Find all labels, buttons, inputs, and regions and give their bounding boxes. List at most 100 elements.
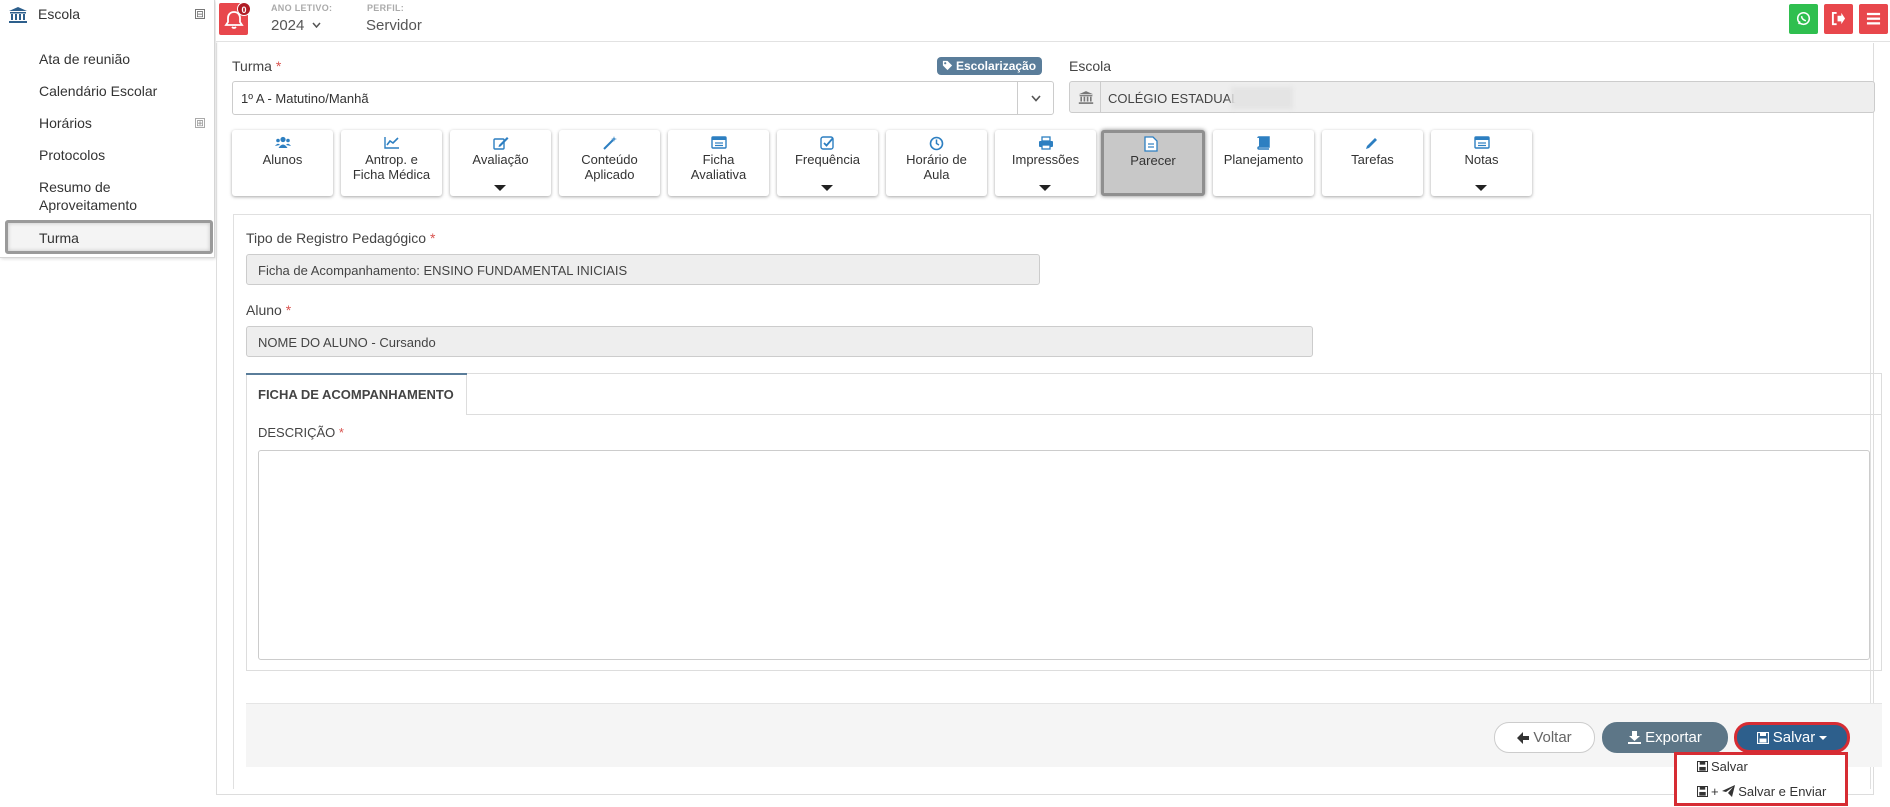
tag-icon (942, 60, 953, 71)
tile-label: Notas (1464, 152, 1499, 167)
sidebar: Escola ⊟ Ata de reunião Calendário Escol… (0, 0, 215, 258)
collapse-icon[interactable]: ⊟ (195, 9, 205, 19)
tile-label: Conteúdo Aplicado (581, 152, 638, 182)
floppy-disk-icon (1756, 731, 1769, 745)
tile-label: Impressões (1011, 152, 1080, 167)
turma-label: Turma * (232, 58, 282, 74)
pencil-icon (1366, 138, 1377, 149)
tile-avaliacao[interactable]: Avaliação (450, 130, 551, 196)
form-footer: Voltar Exportar Salvar (246, 703, 1882, 767)
tile-label: Ficha Avaliativa (690, 152, 747, 182)
tile-tarefas[interactable]: Tarefas (1322, 130, 1423, 196)
sidebar-item-resumo-line2[interactable]: Aproveitamento (39, 197, 137, 213)
voltar-button[interactable]: Voltar (1494, 722, 1595, 753)
turma-dropdown-toggle[interactable] (1017, 82, 1053, 114)
tile-impressoes[interactable]: Impressões (995, 130, 1096, 196)
download-icon (1628, 731, 1642, 744)
sidebar-item-turma-label: Turma (39, 230, 79, 246)
whatsapp-icon (1796, 11, 1811, 26)
year-label: ANO LETIVO: (271, 3, 333, 13)
tile-label: Horário de Aula (906, 152, 967, 182)
profile-value: Servidor (366, 17, 422, 34)
users-icon (275, 136, 291, 148)
salvar-dropdown-button[interactable]: Salvar (1734, 722, 1850, 753)
salvar-dropdown-menu: Salvar + Salvar e Enviar (1674, 752, 1848, 806)
tile-conteudo-aplicado[interactable]: Conteúdo Aplicado (559, 130, 660, 196)
aluno-field: NOME DO ALUNO - Cursando (246, 326, 1313, 357)
edit-icon (493, 137, 509, 150)
aluno-value: NOME DO ALUNO - Cursando (258, 335, 436, 350)
caret-down-icon (1039, 185, 1051, 191)
tile-label: Alunos (262, 152, 303, 167)
file-text-icon (1144, 136, 1158, 152)
list-alt-icon (711, 136, 727, 149)
list-alt-icon (1474, 136, 1490, 149)
tile-label: Frequência (794, 152, 861, 167)
floppy-disk-icon (1696, 785, 1709, 798)
tile-parecer[interactable]: Parecer (1101, 130, 1205, 196)
caret-down-icon (494, 185, 506, 191)
tile-horario-aula[interactable]: Horário de Aula (886, 130, 987, 196)
aluno-label: Aluno * (246, 302, 292, 318)
sidebar-item-ata[interactable]: Ata de reunião (39, 51, 130, 67)
sidebar-item-resumo[interactable]: Resumo de (39, 179, 111, 195)
floppy-disk-icon (1696, 760, 1709, 773)
tile-antropometria[interactable]: Antrop. e Ficha Médica (341, 130, 442, 196)
tile-planejamento[interactable]: Planejamento (1213, 130, 1314, 196)
sidebar-item-turma[interactable]: Turma (5, 220, 213, 254)
tab-ficha-acompanhamento[interactable]: FICHA DE ACOMPANHAMENTO (246, 373, 467, 415)
field-divider (1100, 82, 1101, 112)
tile-ficha-avaliativa[interactable]: Ficha Avaliativa (668, 130, 769, 196)
redacted-text (1231, 87, 1293, 109)
tab-divider (467, 414, 1882, 415)
caret-down-icon (1475, 185, 1487, 191)
tile-frequencia[interactable]: Frequência (777, 130, 878, 196)
tab-container: FICHA DE ACOMPANHAMENTO DESCRIÇÃO * (246, 373, 1882, 671)
sidebar-header[interactable]: Escola ⊟ (0, 0, 213, 30)
sidebar-item-horarios[interactable]: Horários (39, 115, 92, 131)
notifications-button[interactable]: 0 (219, 2, 251, 35)
escola-label: Escola (1069, 58, 1112, 74)
descricao-label: DESCRIÇÃO * (258, 425, 344, 440)
magic-wand-icon (603, 136, 617, 150)
tipo-registro-value: Ficha de Acompanhamento: ENSINO FUNDAMEN… (258, 263, 628, 278)
tile-label: Parecer (1130, 153, 1176, 168)
tile-label: Planejamento (1223, 152, 1304, 167)
descricao-textarea[interactable] (258, 450, 1870, 660)
profile-label: PERFIL: (367, 3, 405, 13)
tile-label: Tarefas (1351, 152, 1394, 167)
tile-label: Antrop. e Ficha Médica (352, 152, 431, 182)
sidebar-item-calendario[interactable]: Calendário Escolar (39, 83, 157, 99)
check-square-icon (820, 136, 834, 150)
arrow-left-icon (1517, 732, 1530, 744)
bank-icon (1078, 91, 1094, 104)
hamburger-icon (1866, 12, 1881, 25)
expand-icon[interactable]: ⊞ (195, 118, 205, 128)
notification-count-badge: 0 (237, 2, 251, 16)
logout-button[interactable] (1824, 4, 1853, 34)
tile-label: Avaliação (472, 152, 529, 167)
caret-down-icon (821, 185, 833, 191)
exportar-button[interactable]: Exportar (1602, 722, 1728, 753)
menu-button[interactable] (1859, 4, 1888, 34)
menu-item-salvar-enviar[interactable]: + Salvar e Enviar (1696, 784, 1826, 799)
sign-out-icon (1831, 11, 1846, 26)
year-select[interactable]: 2024 (271, 17, 321, 35)
year-value: 2024 (271, 17, 305, 34)
tipo-registro-label: Tipo de Registro Pedagógico * (246, 230, 436, 246)
tab-label: FICHA DE ACOMPANHAMENTO (258, 387, 454, 402)
book-icon (1257, 136, 1270, 150)
top-bar: 0 ANO LETIVO: 2024 PERFIL: Servidor (216, 0, 1890, 42)
tile-alunos[interactable]: Alunos (232, 130, 333, 196)
caret-down-icon (1819, 736, 1828, 740)
main-content: Turma * Escolarização 1º A - Matutino/Ma… (216, 43, 1882, 795)
clock-icon (929, 136, 944, 151)
sidebar-item-protocolos[interactable]: Protocolos (39, 147, 105, 163)
escola-field: COLÉGIO ESTADUAL (1069, 81, 1875, 113)
turma-select[interactable]: 1º A - Matutino/Manhã (232, 81, 1054, 115)
tile-notas[interactable]: Notas (1431, 130, 1532, 196)
whatsapp-button[interactable] (1789, 4, 1818, 34)
escolarizacao-tag[interactable]: Escolarização (937, 57, 1043, 75)
menu-item-salvar[interactable]: Salvar (1696, 759, 1748, 774)
chevron-down-icon (312, 22, 321, 29)
